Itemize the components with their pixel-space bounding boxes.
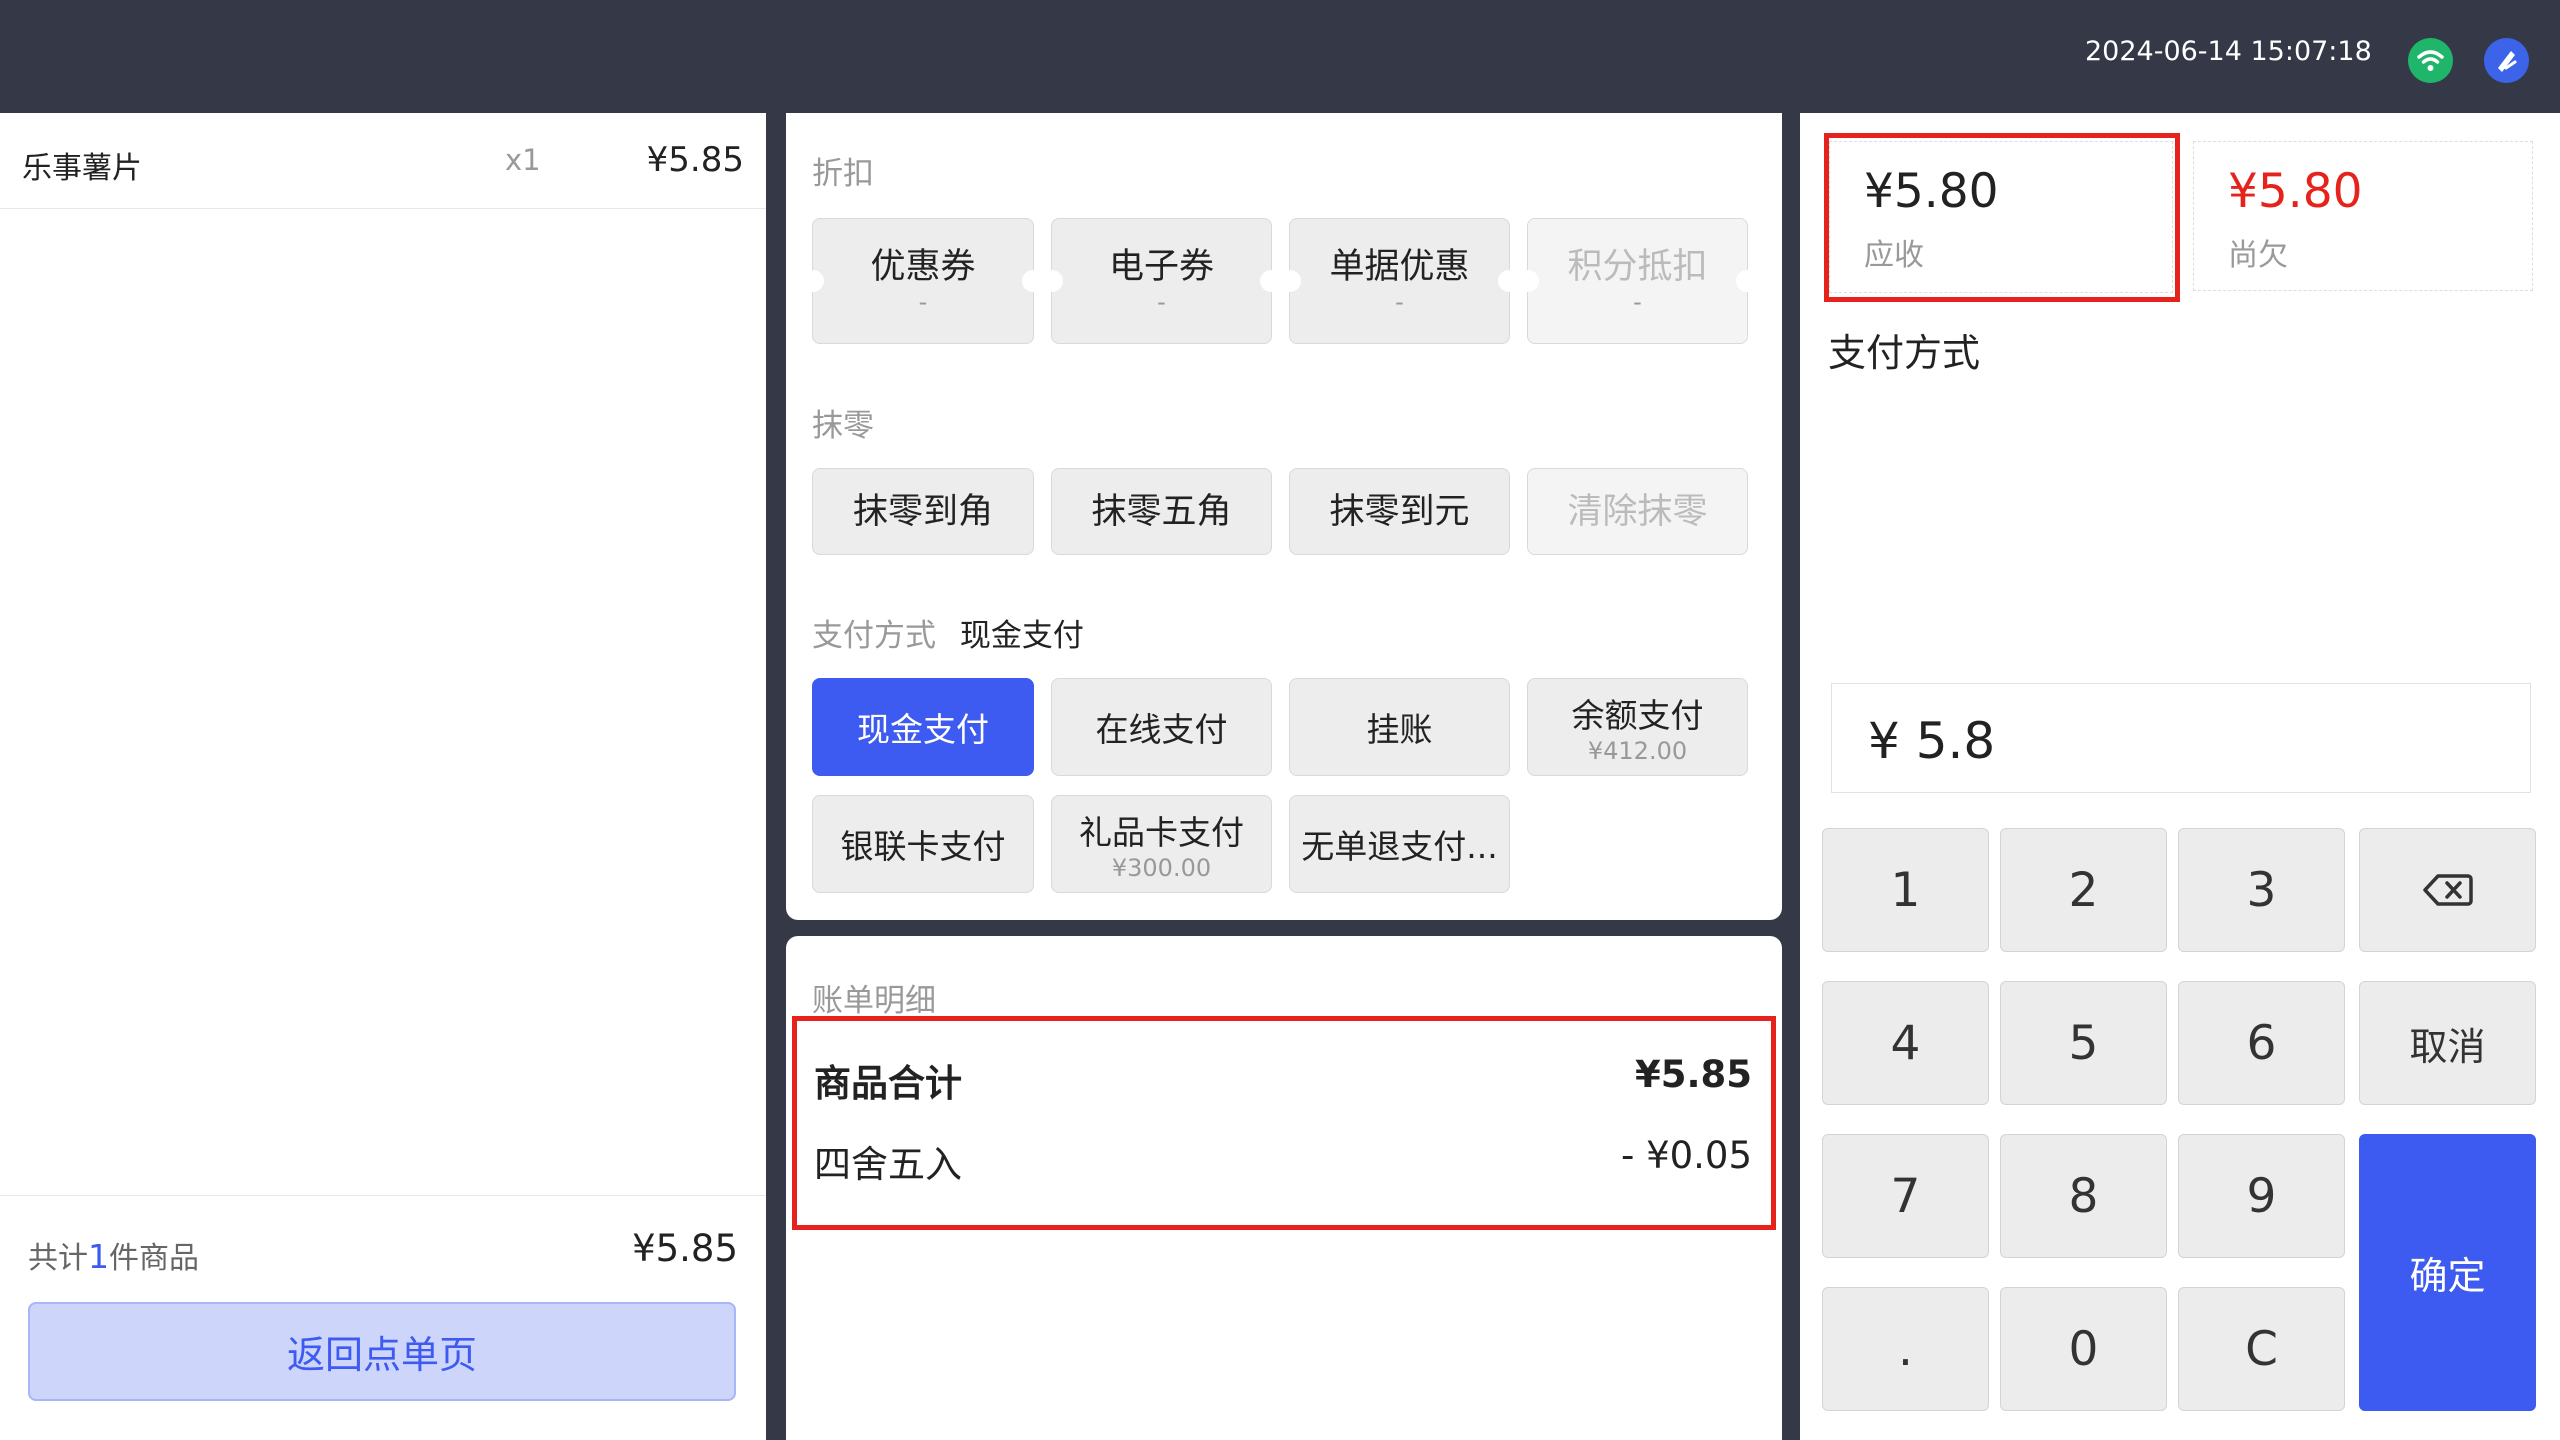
coupon-value: - bbox=[918, 287, 928, 316]
key-4[interactable]: 4 bbox=[1822, 981, 1989, 1105]
wifi-icon[interactable] bbox=[2408, 38, 2453, 83]
key-8[interactable]: 8 bbox=[2000, 1134, 2167, 1258]
highlight-frame bbox=[1824, 133, 2180, 302]
highlight-frame bbox=[792, 1016, 1776, 1230]
bill-rounding-label: 四舍五入 bbox=[814, 1143, 962, 1186]
e-voucher-value: - bbox=[1157, 287, 1166, 316]
cart-item-row[interactable]: 乐事薯片 x1 ¥5.85 bbox=[0, 113, 766, 209]
points-deduct-button[interactable]: 积分抵扣 - bbox=[1517, 218, 1758, 344]
key-6[interactable]: 6 bbox=[2178, 981, 2345, 1105]
clear-rounding-label: 清除抹零 bbox=[1567, 491, 1708, 532]
bill-discount-value: - bbox=[1395, 287, 1404, 316]
round-to-jiao-label: 抹零到角 bbox=[852, 491, 993, 532]
bill-discount-button[interactable]: 单据优惠 - bbox=[1279, 218, 1520, 344]
coupon-label: 优惠券 bbox=[870, 246, 976, 287]
balance-pay-amount: ¥412.00 bbox=[1587, 736, 1688, 765]
online-pay-button[interactable]: 在线支付 bbox=[1051, 678, 1272, 776]
unionpay-label: 银联卡支付 bbox=[840, 827, 1006, 866]
balance-pay-label: 余额支付 bbox=[1571, 695, 1704, 735]
payment-selected-value: 现金支付 bbox=[959, 618, 1084, 654]
charge-account-label: 挂账 bbox=[1366, 710, 1433, 749]
points-deduct-label: 积分抵扣 bbox=[1567, 246, 1708, 287]
e-voucher-button[interactable]: 电子券 - bbox=[1041, 218, 1282, 344]
cash-pay-button[interactable]: 现金支付 bbox=[812, 678, 1034, 776]
key-0[interactable]: 0 bbox=[2000, 1287, 2167, 1411]
discount-section-label: 折扣 bbox=[812, 156, 874, 192]
ticket-notch bbox=[1041, 270, 1063, 292]
cart-item-price: ¥5.85 bbox=[646, 140, 744, 180]
datetime: 2024-06-14 15:07:18 bbox=[2085, 36, 2372, 67]
key-3[interactable]: 3 bbox=[2178, 828, 2345, 952]
key-7[interactable]: 7 bbox=[1822, 1134, 1989, 1258]
round-to-yuan-button[interactable]: 抹零到元 bbox=[1289, 468, 1510, 555]
payment-method-line: 支付方式 现金支付 bbox=[812, 610, 1084, 655]
round-to-yuan-label: 抹零到元 bbox=[1329, 491, 1470, 532]
payment-section-label: 支付方式 bbox=[812, 618, 936, 654]
clear-rounding-button[interactable]: 清除抹零 bbox=[1527, 468, 1748, 555]
bill-section-label: 账单明细 bbox=[812, 983, 936, 1019]
backspace-icon bbox=[2422, 874, 2473, 906]
unionpay-button[interactable]: 银联卡支付 bbox=[812, 795, 1034, 893]
owed-box: ¥5.80 尚欠 bbox=[2193, 141, 2533, 291]
balance-pay-button[interactable]: 余额支付 ¥412.00 bbox=[1527, 678, 1748, 776]
bill-subtotal-value: ¥5.85 bbox=[1634, 1053, 1752, 1096]
rounding-section-label: 抹零 bbox=[812, 408, 874, 444]
brand-logo-icon[interactable] bbox=[2484, 38, 2529, 83]
cash-pay-label: 现金支付 bbox=[857, 710, 989, 749]
key-2[interactable]: 2 bbox=[2000, 828, 2167, 952]
points-deduct-value: - bbox=[1633, 287, 1642, 316]
amount-input[interactable]: ¥ 5.8 bbox=[1831, 683, 2531, 793]
round-to-jiao-button[interactable]: 抹零到角 bbox=[812, 468, 1034, 555]
pay-method-title: 支付方式 bbox=[1828, 331, 1981, 375]
key-5[interactable]: 5 bbox=[2000, 981, 2167, 1105]
cart-total-label: 共计1件商品 bbox=[28, 1233, 199, 1277]
gift-card-label: 礼品卡支付 bbox=[1079, 812, 1244, 852]
key-clear[interactable]: C bbox=[2178, 1287, 2345, 1411]
cart-panel: 乐事薯片 x1 ¥5.85 共计1件商品 ¥5.85 返回点单页 bbox=[0, 113, 766, 1440]
cart-item-name: 乐事薯片 bbox=[22, 151, 142, 186]
total-suffix: 件商品 bbox=[109, 1241, 199, 1276]
no-order-refund-button[interactable]: 无单退支付... bbox=[1289, 795, 1510, 893]
charge-account-button[interactable]: 挂账 bbox=[1289, 678, 1510, 776]
ticket-notch bbox=[1517, 270, 1539, 292]
amount-input-value: ¥ 5.8 bbox=[1868, 712, 1996, 770]
cart-total-price: ¥5.85 bbox=[632, 1227, 738, 1270]
round-half-jiao-label: 抹零五角 bbox=[1091, 491, 1232, 532]
backspace-key[interactable] bbox=[2359, 828, 2536, 952]
round-half-jiao-button[interactable]: 抹零五角 bbox=[1051, 468, 1272, 555]
ticket-notch bbox=[1736, 270, 1758, 292]
gift-card-button[interactable]: 礼品卡支付 ¥300.00 bbox=[1051, 795, 1272, 893]
bill-discount-label: 单据优惠 bbox=[1329, 246, 1470, 287]
total-count: 1 bbox=[88, 1237, 109, 1276]
gift-card-amount: ¥300.00 bbox=[1111, 853, 1212, 882]
cart-item-qty: x1 bbox=[505, 143, 541, 177]
ticket-notch bbox=[802, 270, 824, 292]
back-to-order-button[interactable]: 返回点单页 bbox=[28, 1302, 736, 1401]
owed-label: 尚欠 bbox=[2228, 238, 2288, 273]
top-bar: 2024-06-14 15:07:18 bbox=[0, 0, 2560, 113]
online-pay-label: 在线支付 bbox=[1095, 710, 1228, 749]
key-dot[interactable]: . bbox=[1822, 1287, 1989, 1411]
confirm-key[interactable]: 确定 bbox=[2359, 1134, 2536, 1411]
total-prefix: 共计 bbox=[28, 1241, 88, 1276]
cancel-key[interactable]: 取消 bbox=[2359, 981, 2536, 1105]
ticket-notch bbox=[1279, 270, 1301, 292]
owed-amount: ¥5.80 bbox=[2228, 164, 2363, 219]
coupon-button[interactable]: 优惠券 - bbox=[802, 218, 1044, 344]
no-order-refund-label: 无单退支付... bbox=[1301, 827, 1498, 866]
e-voucher-label: 电子券 bbox=[1108, 246, 1214, 287]
bill-rounding-value: - ¥0.05 bbox=[1620, 1134, 1752, 1177]
key-9[interactable]: 9 bbox=[2178, 1134, 2345, 1258]
bill-subtotal-label: 商品合计 bbox=[814, 1062, 962, 1105]
key-1[interactable]: 1 bbox=[1822, 828, 1989, 952]
divider bbox=[0, 1195, 766, 1196]
